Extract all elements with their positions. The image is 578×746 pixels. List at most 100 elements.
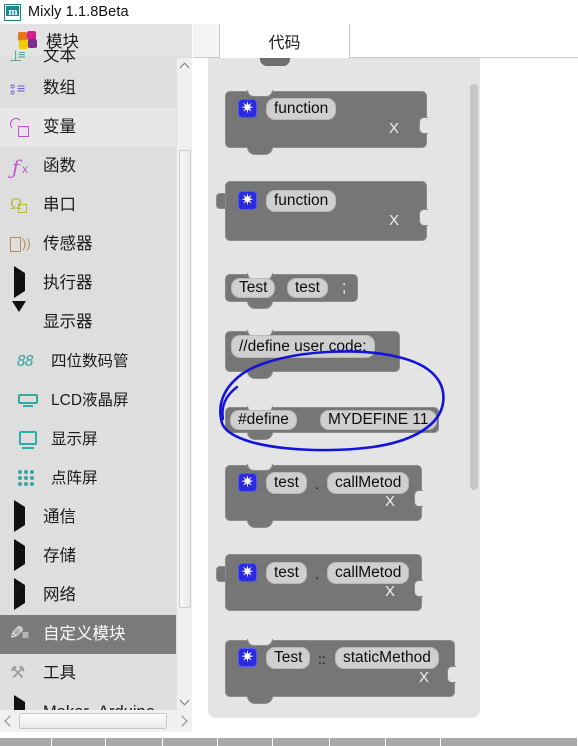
block-bottom-notch <box>247 147 273 155</box>
array-icon <box>9 78 33 100</box>
block-field-method[interactable]: staticMethod <box>335 647 439 669</box>
mixly-window: m Mixly 1.1.8Beta 模块 文本 数组 变量 <box>0 0 578 746</box>
block-field-instance[interactable]: test <box>287 278 328 298</box>
sidebar-vscroll-thumb[interactable] <box>179 150 191 608</box>
sidebar-item-sensor[interactable]: 传感器 <box>0 225 192 264</box>
block-x-label[interactable]: X <box>389 120 399 137</box>
scroll-left-icon[interactable] <box>0 710 18 732</box>
scroll-up-icon[interactable] <box>177 58 192 75</box>
status-cell <box>330 738 386 746</box>
sidebar-item-serial[interactable]: 串口 <box>0 186 192 225</box>
triangle-down-icon <box>9 300 33 334</box>
sidebar-item-monitor[interactable]: 显示屏 <box>0 420 192 459</box>
triangle-right-icon <box>9 694 33 710</box>
sidebar-item-label: 四位数码管 <box>51 352 129 370</box>
block-field-name[interactable]: function <box>266 190 337 212</box>
sidebar-item-tools[interactable]: 工具 <box>0 654 192 693</box>
block-right-socket <box>419 117 428 134</box>
block-top-notch <box>247 639 273 646</box>
sidebar-item-label: 点阵屏 <box>51 469 98 487</box>
block-field-code[interactable]: //define user code; <box>231 335 375 358</box>
flyout-scrollbar-thumb[interactable] <box>470 84 478 490</box>
triangle-right-icon <box>9 538 33 571</box>
sidebar-item-actuator[interactable]: 执行器 <box>0 264 192 303</box>
blockly-workspace[interactable]: function X function X Test test ; <box>193 58 578 722</box>
block-x-label[interactable]: X <box>419 669 429 686</box>
block-field-class[interactable]: Test <box>266 647 311 669</box>
sidebar-item-label: 变量 <box>43 118 76 137</box>
sidebar-item-lcd[interactable]: LCD液晶屏 <box>0 381 192 420</box>
block-right-socket <box>419 209 428 226</box>
block-x-label[interactable]: X <box>385 493 395 510</box>
block-flyout[interactable]: function X function X Test test ; <box>208 58 480 718</box>
sidebar-item-label: 显示器 <box>43 313 93 332</box>
triangle-right-icon <box>9 265 33 298</box>
tab-label: 代码 <box>268 35 301 52</box>
status-cell <box>386 738 441 746</box>
monitor-icon <box>17 429 41 451</box>
status-cell <box>163 738 218 746</box>
gear-icon[interactable] <box>238 98 257 119</box>
sensor-icon <box>9 234 33 256</box>
block-x-label[interactable]: X <box>389 212 399 229</box>
sidebar-vertical-scrollbar[interactable] <box>176 58 192 710</box>
status-cell <box>273 738 330 746</box>
sidebar-item-text[interactable]: 文本 <box>0 43 192 69</box>
block-bottom-notch <box>247 432 273 440</box>
sidebar-item-label: LCD液晶屏 <box>51 391 129 409</box>
block-right-socket <box>447 666 456 683</box>
scroll-down-icon[interactable] <box>177 693 192 710</box>
block-bottom-notch <box>247 520 273 528</box>
block-field-object[interactable]: test <box>266 472 307 494</box>
sidebar-item-display-group[interactable]: 显示器 <box>0 300 192 342</box>
tab-code[interactable]: 代码 <box>219 24 350 58</box>
triangle-right-icon <box>9 499 33 532</box>
tab-strip: 代码 <box>193 24 578 58</box>
block-field-class[interactable]: Test <box>231 278 276 298</box>
block-right-socket <box>414 580 423 597</box>
sidebar-hscroll-thumb[interactable] <box>19 713 167 729</box>
scroll-right-icon[interactable] <box>174 710 192 732</box>
tab-strip-filler <box>351 24 578 58</box>
status-cell <box>52 738 106 746</box>
sidebar-item-array[interactable]: 数组 <box>0 69 192 108</box>
gear-icon[interactable] <box>238 562 257 583</box>
block-separator-label: :: <box>318 651 326 667</box>
sidebar-item-network[interactable]: 网络 <box>0 576 192 615</box>
sidebar-item-list: 文本 数组 变量 函数 串口 传感器 <box>0 43 192 710</box>
block-field-name[interactable]: function <box>266 98 337 120</box>
pencil-list-icon <box>9 624 33 646</box>
block-left-plug <box>216 566 225 582</box>
sidebar-item-label: 自定义模块 <box>43 625 126 644</box>
variable-icon <box>9 117 33 139</box>
gear-icon[interactable] <box>238 472 257 493</box>
sidebar-item-custom-module[interactable]: 自定义模块 <box>0 615 192 654</box>
block-top-notch <box>247 90 273 97</box>
function-icon <box>9 155 33 179</box>
sidebar-item-communication[interactable]: 通信 <box>0 498 192 537</box>
sidebar-item-label: 数组 <box>43 79 76 98</box>
status-cell <box>218 738 273 746</box>
block-field-directive[interactable]: #define <box>230 410 297 430</box>
status-cell <box>0 738 52 746</box>
gear-icon[interactable] <box>238 190 257 211</box>
block-field-object[interactable]: test <box>266 562 307 584</box>
block-bottom-notch <box>247 696 273 704</box>
sidebar-item-dot-matrix[interactable]: 点阵屏 <box>0 459 192 498</box>
sidebar-horizontal-scrollbar[interactable] <box>0 710 192 732</box>
gear-icon[interactable] <box>238 647 257 668</box>
sidebar-item-label: 显示屏 <box>51 430 98 448</box>
block-field-method[interactable]: callMetod <box>327 472 410 494</box>
sidebar-item-function[interactable]: 函数 <box>0 147 192 186</box>
triangle-right-icon <box>9 577 33 610</box>
block-field-macro-value[interactable]: MYDEFINE 11 <box>320 410 437 430</box>
sidebar-item-storage[interactable]: 存储 <box>0 537 192 576</box>
sidebar-item-maker-arduino[interactable]: Maker_Arduino <box>0 693 192 710</box>
sidebar-item-seven-segment[interactable]: 四位数码管 <box>0 342 192 381</box>
seven-segment-icon <box>17 351 41 373</box>
block-x-label[interactable]: X <box>385 583 395 600</box>
sidebar-item-label: 工具 <box>43 664 76 683</box>
block-field-method[interactable]: callMetod <box>327 562 410 584</box>
block-suffix-label: ; <box>342 279 347 296</box>
sidebar-item-variable[interactable]: 变量 <box>0 108 192 147</box>
